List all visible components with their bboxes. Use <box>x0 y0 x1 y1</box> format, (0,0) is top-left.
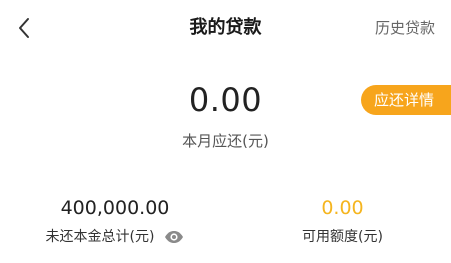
repayment-details-button[interactable]: 应还详情 <box>361 85 451 115</box>
toggle-visibility-button[interactable] <box>164 230 184 244</box>
outstanding-principal-stat: 400,000.00 未还本金总计(元) <box>20 195 210 247</box>
navigation-bar: 我的贷款 历史贷款 <box>0 0 451 56</box>
available-credit-stat: 0.00 可用额度(元) <box>250 195 435 247</box>
available-credit-label-row: 可用额度(元) <box>250 227 435 247</box>
available-credit-label: 可用额度(元) <box>302 229 383 245</box>
eye-icon <box>165 231 184 243</box>
monthly-due-label: 本月应还(元) <box>182 132 269 150</box>
history-loans-link[interactable]: 历史贷款 <box>375 18 435 38</box>
outstanding-principal-value: 400,000.00 <box>60 197 170 219</box>
outstanding-principal-label-row: 未还本金总计(元) <box>20 227 210 247</box>
available-credit-value: 0.00 <box>321 197 364 219</box>
outstanding-principal-label: 未还本金总计(元) <box>45 229 155 245</box>
